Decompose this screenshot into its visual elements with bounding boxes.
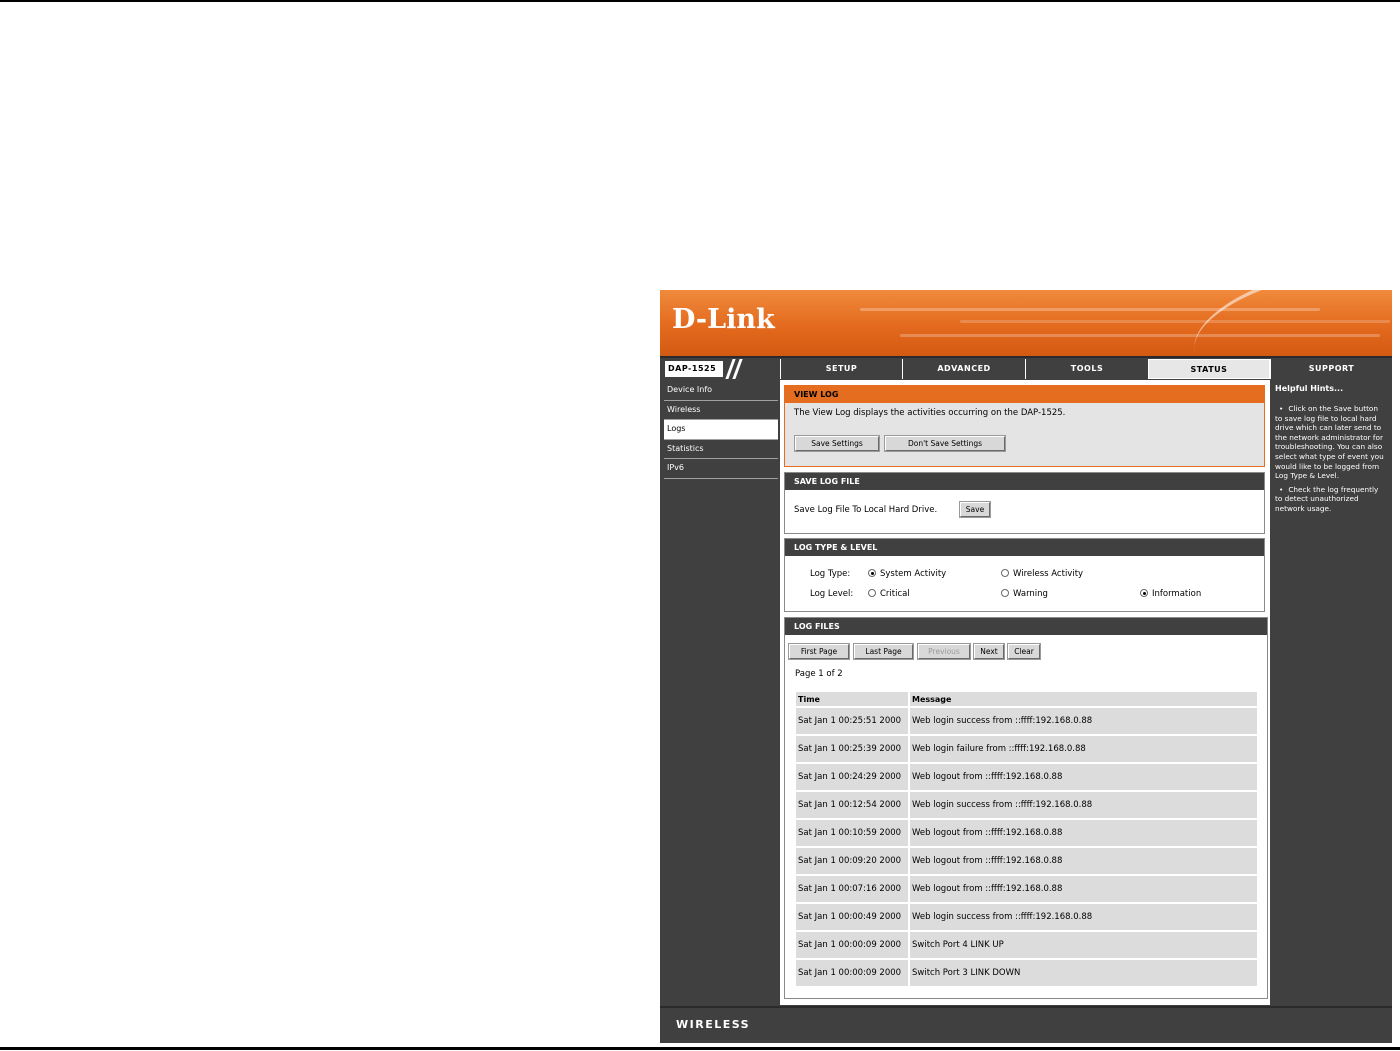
table-row: Sat Jan 1 00:12:54 2000 Web login success…: [796, 792, 1257, 818]
table-row: Sat Jan 1 00:24:29 2000 Web logout from :…: [796, 764, 1257, 790]
system-activity-label: System Activity: [880, 569, 947, 579]
page-top-rule: [0, 0, 1400, 2]
sidebar-item-logs[interactable]: Logs: [664, 420, 778, 440]
top-navigation: DAP-1525 SETUP ADVANCED TOOLS STATUS SUPPORT: [660, 358, 1392, 380]
save-log-button[interactable]: Save: [959, 501, 991, 518]
system-activity-radio[interactable]: [868, 569, 876, 577]
sidebar-item-ipv6[interactable]: IPv6: [664, 459, 778, 479]
table-row: Sat Jan 1 00:07:16 2000 Web logout from :…: [796, 876, 1257, 902]
log-time-cell: Sat Jan 1 00:00:09 2000: [796, 932, 908, 958]
log-message-cell: Web logout from ::ffff:192.168.0.88: [910, 764, 1257, 790]
tab-status[interactable]: STATUS: [1148, 359, 1270, 379]
wireless-activity-label: Wireless Activity: [1013, 569, 1084, 579]
log-type-label: Log Type:: [810, 569, 851, 579]
section-title: VIEW LOG: [785, 386, 1264, 403]
warning-radio[interactable]: [1001, 589, 1009, 597]
log-time-cell: Sat Jan 1 00:24:29 2000: [796, 764, 908, 790]
log-message-cell: Web login failure from ::ffff:192.168.0.…: [910, 736, 1257, 762]
wireless-logo: WIRELESS: [676, 1018, 751, 1031]
log-table: Time Message Sat Jan 1 00:25:51 2000 Web …: [794, 690, 1259, 988]
log-time-cell: Sat Jan 1 00:09:20 2000: [796, 848, 908, 874]
log-level-label: Log Level:: [810, 589, 854, 599]
view-log-section: VIEW LOG The View Log displays the activ…: [784, 385, 1265, 467]
log-time-cell: Sat Jan 1 00:07:16 2000: [796, 876, 908, 902]
tab-setup[interactable]: SETUP: [780, 359, 902, 379]
log-time-cell: Sat Jan 1 00:00:09 2000: [796, 960, 908, 986]
table-row: Sat Jan 1 00:09:20 2000 Web logout from :…: [796, 848, 1257, 874]
information-radio[interactable]: [1140, 589, 1148, 597]
log-message-cell: Web logout from ::ffff:192.168.0.88: [910, 820, 1257, 846]
hint-item: Check the log frequently to detect unaut…: [1275, 485, 1387, 514]
clear-button[interactable]: Clear: [1007, 643, 1041, 660]
previous-button[interactable]: Previous: [917, 643, 971, 660]
log-message-cell: Switch Port 3 LINK DOWN: [910, 960, 1257, 986]
critical-radio[interactable]: [868, 589, 876, 597]
section-title: LOG TYPE & LEVEL: [785, 539, 1264, 556]
information-label: Information: [1152, 589, 1202, 599]
wireless-activity-radio[interactable]: [1001, 569, 1009, 577]
model-name: DAP-1525: [665, 361, 723, 377]
log-message-cell: Web login success from ::ffff:192.168.0.…: [910, 708, 1257, 734]
view-log-description: The View Log displays the activities occ…: [794, 408, 1066, 418]
table-row: Sat Jan 1 00:25:51 2000 Web login success…: [796, 708, 1257, 734]
table-row: Sat Jan 1 00:25:39 2000 Web login failure…: [796, 736, 1257, 762]
log-files-section: LOG FILES First Page Last Page Previous …: [784, 617, 1268, 999]
sidebar-item-device-info[interactable]: Device Info: [664, 381, 778, 401]
log-message-cell: Web logout from ::ffff:192.168.0.88: [910, 876, 1257, 902]
log-time-cell: Sat Jan 1 00:10:59 2000: [796, 820, 908, 846]
table-row: Sat Jan 1 00:00:09 2000 Switch Port 4 LIN…: [796, 932, 1257, 958]
dont-save-settings-button[interactable]: Don't Save Settings: [884, 435, 1006, 452]
log-message-cell: Web login success from ::ffff:192.168.0.…: [910, 792, 1257, 818]
log-time-cell: Sat Jan 1 00:00:49 2000: [796, 904, 908, 930]
warning-label: Warning: [1013, 589, 1048, 599]
footer: WIRELESS: [660, 1006, 1392, 1043]
log-time-cell: Sat Jan 1 00:12:54 2000: [796, 792, 908, 818]
sidebar: Device Info Wireless Logs Statistics IPv6: [664, 381, 778, 479]
helpful-hints-panel: Helpful Hints... Click on the Save butto…: [1272, 380, 1390, 1005]
save-log-file-section: SAVE LOG FILE Save Log File To Local Har…: [784, 472, 1265, 534]
table-row: Sat Jan 1 00:00:09 2000 Switch Port 3 LIN…: [796, 960, 1257, 986]
tab-advanced[interactable]: ADVANCED: [902, 359, 1025, 379]
table-header-row: Time Message: [796, 692, 1257, 706]
router-admin-screenshot: D-Link DAP-1525 SETUP ADVANCED TOOLS STATUS…: [660, 290, 1392, 1043]
page-info: Page 1 of 2: [795, 669, 843, 679]
hints-list: Click on the Save button to save log fil…: [1275, 404, 1387, 518]
save-log-label: Save Log File To Local Hard Drive.: [794, 505, 938, 515]
tab-support[interactable]: SUPPORT: [1270, 359, 1392, 379]
message-column-header: Message: [910, 692, 1257, 706]
main-content: VIEW LOG The View Log displays the activ…: [780, 380, 1270, 1005]
last-page-button[interactable]: Last Page: [853, 643, 914, 660]
page-bottom-rule: [0, 1047, 1400, 1050]
log-type-level-section: LOG TYPE & LEVEL Log Type: System Activi…: [784, 538, 1265, 612]
table-row: Sat Jan 1 00:00:49 2000 Web login success…: [796, 904, 1257, 930]
log-message-cell: Web logout from ::ffff:192.168.0.88: [910, 848, 1257, 874]
tab-tools[interactable]: TOOLS: [1025, 359, 1148, 379]
section-title: SAVE LOG FILE: [785, 473, 1264, 490]
table-row: Sat Jan 1 00:10:59 2000 Web logout from :…: [796, 820, 1257, 846]
log-time-cell: Sat Jan 1 00:25:39 2000: [796, 736, 908, 762]
log-message-cell: Switch Port 4 LINK UP: [910, 932, 1257, 958]
hints-title: Helpful Hints...: [1275, 384, 1344, 393]
critical-label: Critical: [880, 589, 910, 599]
next-button[interactable]: Next: [973, 643, 1005, 660]
first-page-button[interactable]: First Page: [788, 643, 850, 660]
model-badge: DAP-1525: [662, 359, 778, 379]
sidebar-item-statistics[interactable]: Statistics: [664, 440, 778, 459]
save-settings-button[interactable]: Save Settings: [794, 435, 880, 452]
sidebar-item-wireless[interactable]: Wireless: [664, 401, 778, 420]
log-message-cell: Web login success from ::ffff:192.168.0.…: [910, 904, 1257, 930]
section-title: LOG FILES: [785, 618, 1267, 635]
brand-banner: D-Link: [660, 290, 1392, 356]
time-column-header: Time: [796, 692, 908, 706]
hint-item: Click on the Save button to save log fil…: [1275, 404, 1387, 481]
log-time-cell: Sat Jan 1 00:25:51 2000: [796, 708, 908, 734]
dlink-logo: D-Link: [672, 304, 775, 335]
